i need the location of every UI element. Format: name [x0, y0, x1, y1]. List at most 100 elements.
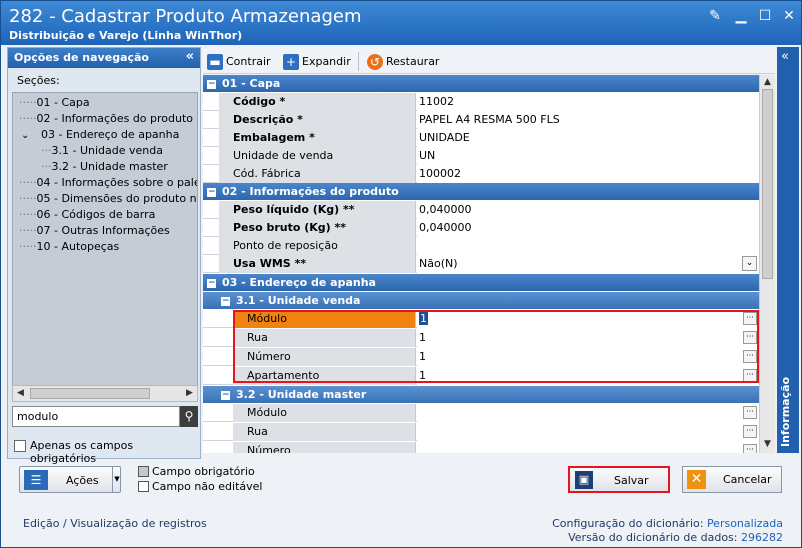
field-value[interactable]: PAPEL A4 RESMA 500 FLS — [417, 111, 759, 129]
restore-button[interactable]: ↺ Restaurar — [367, 53, 439, 71]
row-usa-wms[interactable]: Usa WMS ** Não(N) ⌄ — [203, 255, 759, 273]
collapse-toggle-icon[interactable]: − — [207, 278, 216, 288]
search-input[interactable]: modulo — [12, 406, 180, 427]
cancel-button[interactable]: ✕ Cancelar — [682, 466, 782, 493]
field-value[interactable]: 11002 — [417, 93, 759, 111]
maximize-button[interactable]: ☐ — [755, 7, 775, 25]
close-icon: ✕ — [687, 470, 706, 489]
ellipsis-button[interactable]: ··· — [743, 425, 757, 438]
field-label: Rua — [233, 423, 416, 441]
collapse-button[interactable]: ▬ Contrair — [207, 53, 271, 71]
legend-readonly-swatch — [138, 481, 149, 492]
info-panel[interactable]: « Informação — [777, 47, 799, 453]
row-cod-fabrica[interactable]: Cód. Fábrica 100002 — [203, 165, 759, 183]
toolbar-divider — [358, 52, 359, 71]
collapse-nav-icon[interactable]: « — [186, 49, 194, 64]
collapse-toggle-icon[interactable]: − — [207, 79, 216, 89]
field-label: Ponto de reposição — [219, 237, 416, 255]
actions-button[interactable]: ☰ Ações ▼ — [19, 466, 121, 493]
field-label: Cód. Fábrica — [219, 165, 416, 183]
grid-vertical-scrollbar[interactable]: ▲ ▼ — [759, 75, 775, 453]
scroll-down-icon[interactable]: ▼ — [760, 437, 775, 452]
field-label: Descrição * — [219, 111, 416, 129]
floppy-disk-icon: ▣ — [575, 471, 593, 489]
tree-item-unidade-venda[interactable]: ···3.1 - Unidade venda — [41, 143, 163, 159]
expand-icon: + — [283, 54, 299, 70]
window-title: 282 - Cadastrar Produto Armazenagem — [9, 6, 362, 27]
scroll-left-icon[interactable]: ◀ — [13, 386, 28, 401]
tree-item-palete[interactable]: ·····04 - Informações sobre o palete — [19, 175, 197, 191]
row-unidade-venda[interactable]: Unidade de venda UN — [203, 147, 759, 165]
tree-item-codigos-barra[interactable]: ·····06 - Códigos de barra — [19, 207, 155, 223]
row-ponto-reposicao[interactable]: Ponto de reposição — [203, 237, 759, 255]
field-value[interactable]: ··· — [417, 423, 759, 441]
row-embalagem[interactable]: Embalagem * UNIDADE — [203, 129, 759, 147]
required-only-checkbox[interactable] — [14, 440, 26, 452]
property-grid: −01 - Capa Código * 11002 Descrição * PAPE… — [203, 75, 759, 453]
edit-icon[interactable]: ✎ — [705, 7, 725, 25]
subcategory-unidade-master[interactable]: −3.2 - Unidade master — [203, 386, 759, 403]
field-value[interactable]: UN — [417, 147, 759, 165]
tree-item-endereco-apanha[interactable]: ⌄ 03 - Endereço de apanha — [21, 127, 179, 143]
chevron-down-icon[interactable]: ⌄ — [21, 128, 41, 144]
save-label: Salvar — [614, 474, 649, 487]
category-capa[interactable]: −01 - Capa — [203, 75, 759, 92]
field-value[interactable]: 0,040000 — [417, 219, 759, 237]
field-label: Peso bruto (Kg) ** — [219, 219, 416, 237]
field-value[interactable] — [417, 237, 759, 255]
window-subtitle: Distribuição e Varejo (Linha WinThor) — [9, 29, 243, 42]
scroll-thumb[interactable] — [30, 388, 150, 399]
tree-horizontal-scrollbar[interactable]: ◀ ▶ — [12, 385, 198, 402]
minimize-button[interactable]: ▁ — [731, 7, 751, 25]
field-value[interactable]: ··· — [417, 442, 759, 453]
collapse-label: Contrair — [226, 55, 271, 68]
ellipsis-button[interactable]: ··· — [743, 444, 757, 453]
scroll-right-icon[interactable]: ▶ — [182, 386, 197, 401]
actions-label: Ações — [66, 474, 99, 487]
row-rua-master[interactable]: Rua ··· — [203, 423, 759, 441]
expand-label: Expandir — [302, 55, 351, 68]
field-value[interactable]: ··· — [417, 404, 759, 422]
row-modulo-master[interactable]: Módulo ··· — [203, 404, 759, 422]
ellipsis-button[interactable]: ··· — [743, 406, 757, 419]
nav-header: Opções de navegação « — [8, 48, 200, 68]
required-only-label[interactable]: Apenas os campos obrigatórios — [30, 439, 200, 465]
tree-item-unidade-master[interactable]: ···3.2 - Unidade master — [41, 159, 168, 175]
search-icon[interactable]: ⚲ — [180, 406, 198, 427]
scroll-thumb[interactable] — [762, 89, 773, 279]
chevron-down-icon[interactable]: ▼ — [112, 467, 121, 492]
collapse-toggle-icon[interactable]: − — [207, 187, 216, 197]
row-numero-master[interactable]: Número ··· — [203, 442, 759, 453]
tree-item-dimensoes[interactable]: ·····05 - Dimensões do produto na uni — [19, 191, 197, 207]
row-peso-bruto[interactable]: Peso bruto (Kg) ** 0,040000 — [203, 219, 759, 237]
row-descricao[interactable]: Descrição * PAPEL A4 RESMA 500 FLS — [203, 111, 759, 129]
category-endereco-apanha[interactable]: −03 - Endereço de apanha — [203, 274, 759, 291]
collapse-toggle-icon[interactable]: − — [221, 296, 230, 306]
field-label: Embalagem * — [219, 129, 416, 147]
row-peso-liquido[interactable]: Peso líquido (Kg) ** 0,040000 — [203, 201, 759, 219]
tree-item-info-produto[interactable]: ·····02 - Informações do produto — [19, 111, 193, 127]
save-button[interactable]: ▣ Salvar — [568, 466, 670, 493]
chevron-down-icon[interactable]: ⌄ — [742, 256, 757, 271]
sections-tree[interactable]: ·····01 - Capa ·····02 - Informações do … — [12, 92, 198, 402]
collapse-toggle-icon[interactable]: − — [221, 390, 230, 400]
legend-required-swatch — [138, 466, 149, 477]
expand-info-icon[interactable]: « — [781, 49, 789, 64]
field-value[interactable]: 100002 — [417, 165, 759, 183]
tree-item-capa[interactable]: ·····01 - Capa — [19, 95, 90, 111]
field-label: Peso líquido (Kg) ** — [219, 201, 416, 219]
restore-label: Restaurar — [386, 55, 440, 68]
category-info-produto[interactable]: −02 - Informações do produto — [203, 183, 759, 200]
scroll-up-icon[interactable]: ▲ — [760, 75, 775, 90]
expand-button[interactable]: + Expandir — [283, 53, 351, 71]
close-button[interactable]: ✕ — [779, 7, 799, 25]
field-value[interactable]: 0,040000 — [417, 201, 759, 219]
tree-item-outras-info[interactable]: ·····07 - Outras Informações — [19, 223, 170, 239]
row-codigo[interactable]: Código * 11002 — [203, 93, 759, 111]
field-label: Usa WMS ** — [219, 255, 416, 273]
subcategory-unidade-venda[interactable]: −3.1 - Unidade venda — [203, 292, 759, 309]
grid-toolbar: ▬ Contrair + Expandir ↺ Restaurar — [203, 49, 775, 74]
tree-item-autopecas[interactable]: ·····10 - Autopeças — [19, 239, 119, 255]
field-value[interactable]: UNIDADE — [417, 129, 759, 147]
usa-wms-select[interactable]: Não(N) ⌄ — [417, 255, 759, 273]
